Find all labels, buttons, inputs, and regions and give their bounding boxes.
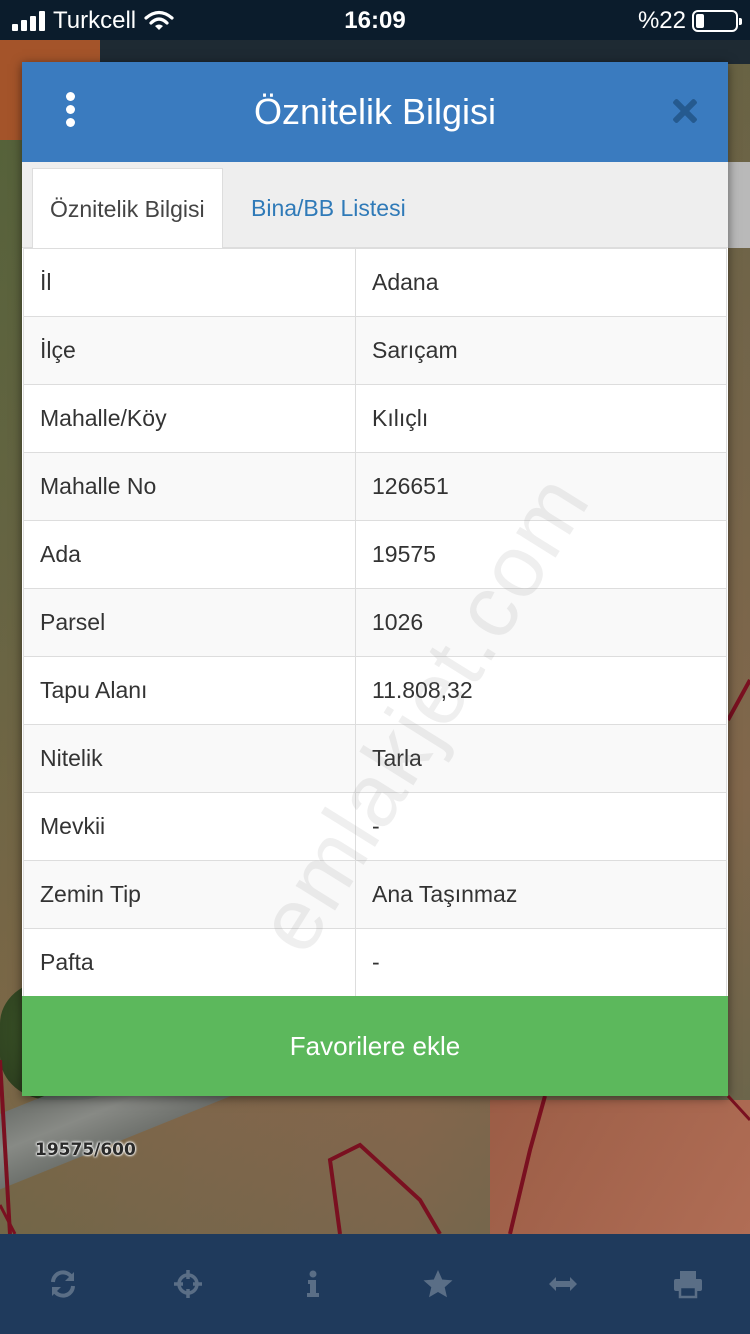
table-row: İl Adana <box>23 248 727 317</box>
table-row: Tapu Alanı 11.808,32 <box>23 656 727 725</box>
print-icon[interactable] <box>658 1254 718 1314</box>
table-row: İlçe Sarıçam <box>23 316 727 385</box>
attribute-key: Ada <box>23 520 356 589</box>
attribute-value: - <box>355 928 727 997</box>
attribute-value: 1026 <box>355 588 727 657</box>
attribute-table: İl Adana İlçe Sarıçam Mahalle/Köy Kılıçlı M… <box>23 248 727 997</box>
battery-percent: %22 <box>637 7 686 34</box>
add-to-favorites-button[interactable]: Favorilere ekle <box>22 996 728 1096</box>
table-row: Parsel 1026 <box>23 588 727 657</box>
attribute-value: Kılıçlı <box>355 384 727 453</box>
attribute-value: 11.808,32 <box>355 656 727 725</box>
attribute-value: Ana Taşınmaz <box>355 860 727 929</box>
attribute-key: Tapu Alanı <box>23 656 356 725</box>
parcel-label: 19575/600 <box>35 1140 136 1160</box>
attribute-value: - <box>355 792 727 861</box>
attribute-key: Nitelik <box>23 724 356 793</box>
attribute-key: İl <box>23 248 356 317</box>
table-row: Ada 19575 <box>23 520 727 589</box>
table-row: Pafta - <box>23 928 727 997</box>
table-row: Mahalle No 126651 <box>23 452 727 521</box>
attribute-value: Adana <box>355 248 727 317</box>
panel-edge <box>728 162 750 248</box>
refresh-icon[interactable] <box>33 1254 93 1314</box>
attribute-key: Mahalle No <box>23 452 356 521</box>
attribute-value: Sarıçam <box>355 316 727 385</box>
table-row: Zemin Tip Ana Taşınmaz <box>23 860 727 929</box>
tab-building-list[interactable]: Bina/BB Listesi <box>234 168 423 248</box>
tab-bar: Öznitelik Bilgisi Bina/BB Listesi <box>22 162 728 248</box>
attribute-value: 126651 <box>355 452 727 521</box>
attribute-key: Parsel <box>23 588 356 657</box>
tab-attribute-info[interactable]: Öznitelik Bilgisi <box>32 168 223 248</box>
star-icon[interactable] <box>408 1254 468 1314</box>
bottom-toolbar <box>0 1234 750 1334</box>
measure-icon[interactable] <box>533 1254 593 1314</box>
status-bar: Turkcell 16:09 %22 <box>0 0 750 40</box>
attribute-key: Pafta <box>23 928 356 997</box>
close-icon[interactable] <box>668 94 702 128</box>
modal-title: Öznitelik Bilgisi <box>253 91 497 132</box>
table-row: Mevkii - <box>23 792 727 861</box>
battery-icon <box>692 10 742 32</box>
crosshair-icon[interactable] <box>158 1254 218 1314</box>
info-icon[interactable] <box>283 1254 343 1314</box>
table-row: Mahalle/Köy Kılıçlı <box>23 384 727 453</box>
modal-header: Öznitelik Bilgisi <box>22 62 728 162</box>
attribute-value: Tarla <box>355 724 727 793</box>
table-row: Nitelik Tarla <box>23 724 727 793</box>
attribute-key: Mahalle/Köy <box>23 384 356 453</box>
attribute-key: Mevkii <box>23 792 356 861</box>
attribute-modal: Öznitelik Bilgisi Öznitelik Bilgisi Bina… <box>22 62 728 1096</box>
attribute-key: Zemin Tip <box>23 860 356 929</box>
attribute-key: İlçe <box>23 316 356 385</box>
attribute-value: 19575 <box>355 520 727 589</box>
